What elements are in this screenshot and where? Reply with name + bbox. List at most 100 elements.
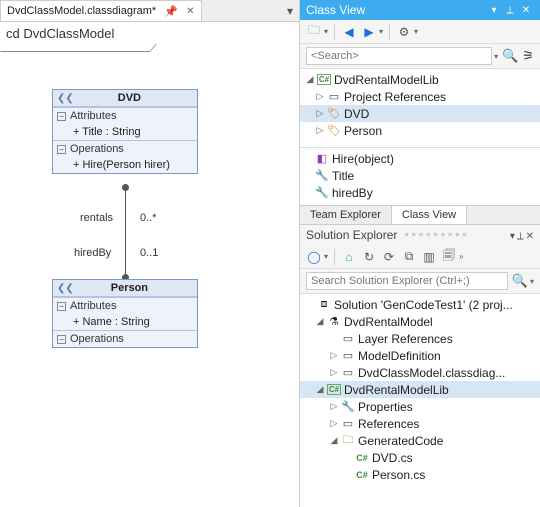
home-icon[interactable]: ⌂ (341, 249, 357, 265)
diagram-surface[interactable]: cd DvdClassModel ❮❮ DVD −Attributes + Ti… (0, 22, 299, 507)
back-icon[interactable]: ◯ (306, 249, 322, 265)
settings-gear-icon[interactable]: ⚙ (396, 24, 412, 40)
document-tab-bar: DvdClassModel.classdiagram* 📌 ✕ ▾ (0, 0, 299, 22)
close-icon[interactable]: ✕ (526, 231, 534, 242)
tree-node-label[interactable]: References (358, 417, 419, 431)
uml-class-dvd[interactable]: ❮❮ DVD −Attributes + Title : String −Ope… (52, 89, 198, 174)
expander-icon[interactable]: ▷ (328, 350, 340, 361)
window-menu-icon[interactable]: ▾ (486, 5, 502, 16)
references-icon: ▭ (326, 90, 342, 104)
pin-icon[interactable]: ⟂ (517, 231, 524, 242)
uml-class-person[interactable]: ❮❮ Person −Attributes + Name : String −O… (52, 279, 198, 348)
tree-node-label[interactable]: Layer References (358, 332, 453, 346)
tab-class-view[interactable]: Class View (391, 206, 467, 224)
solution-explorer-tree[interactable]: ⧈Solution 'GenCodeTest1' (2 proj... ◢⚗Dv… (300, 294, 540, 507)
close-icon[interactable]: ✕ (518, 5, 534, 16)
tree-node-label[interactable]: Person.cs (372, 468, 425, 482)
collapse-all-icon[interactable]: ⧉ (401, 249, 417, 265)
expander-icon[interactable]: ◢ (314, 384, 326, 395)
class-view-tree[interactable]: ◢C#DvdRentalModelLib ▷▭Project Reference… (300, 69, 540, 147)
minus-icon[interactable]: − (57, 335, 66, 344)
association-role-label[interactable]: rentals (80, 212, 113, 224)
overflow-icon[interactable]: ∘∘∘∘∘∘∘∘∘ (403, 230, 468, 241)
tree-node-label[interactable]: DvdRentalModel (344, 315, 433, 329)
overflow-icon[interactable]: » (459, 252, 463, 261)
expander-icon[interactable]: ◢ (314, 316, 326, 327)
window-menu-icon[interactable]: ▾ (510, 231, 515, 242)
uml-operation[interactable]: + Hire(Person hirer) (53, 157, 197, 173)
tree-node-label[interactable]: Project References (344, 90, 446, 104)
minus-icon[interactable]: − (57, 302, 66, 311)
class-view-search: ▾ 🔍 ⚞ (300, 44, 540, 69)
new-folder-icon[interactable]: 🗀 (306, 24, 322, 40)
properties-icon[interactable]: 🗐 (441, 249, 457, 265)
uml-attributes-header[interactable]: −Attributes (53, 108, 197, 124)
search-input[interactable] (306, 47, 492, 65)
class-view-titlebar[interactable]: Class View ▾ ⟂ ✕ (300, 0, 540, 20)
forward-icon[interactable]: ▶ (361, 24, 377, 40)
tree-node-label[interactable]: DVD.cs (372, 451, 413, 465)
csharp-project-icon: C# (327, 384, 341, 395)
search-icon[interactable]: 🔍 (502, 48, 518, 64)
uml-class-header[interactable]: ❮❮ Person (53, 280, 197, 297)
tree-node-label[interactable]: DvdRentalModelLib (334, 73, 439, 87)
document-tab-active[interactable]: DvdClassModel.classdiagram* 📌 ✕ (0, 0, 202, 21)
expander-icon[interactable]: ▷ (314, 91, 326, 102)
collapse-icon[interactable]: ❮❮ (57, 93, 74, 104)
member-label[interactable]: hiredBy (332, 186, 373, 200)
uml-attributes-header[interactable]: −Attributes (53, 298, 197, 314)
expander-icon[interactable]: ◢ (328, 435, 340, 446)
tab-pin-icon[interactable]: 📌 (162, 5, 180, 18)
panel-title-label: Class View (306, 3, 365, 17)
search-dropdown-icon[interactable]: ▾ (494, 52, 498, 61)
member-label[interactable]: Hire(object) (332, 152, 394, 166)
association-multiplicity-label[interactable]: 0..* (140, 212, 157, 224)
expander-icon[interactable]: ▷ (328, 401, 340, 412)
tab-menu-dropdown-icon[interactable]: ▾ (281, 0, 299, 21)
uml-attribute[interactable]: + Name : String (53, 314, 197, 330)
sync-icon[interactable]: ↻ (361, 249, 377, 265)
tree-node-label[interactable]: GeneratedCode (358, 434, 443, 448)
class-view-members[interactable]: ◧Hire(object) 🔧Title 🔧hiredBy (300, 147, 540, 205)
expander-icon[interactable]: ▷ (328, 418, 340, 429)
minus-icon[interactable]: − (57, 112, 66, 121)
tree-node-label[interactable]: Solution 'GenCodeTest1' (2 proj... (334, 298, 513, 312)
diagram-title-notch (0, 44, 157, 52)
association-multiplicity-label[interactable]: 0..1 (140, 247, 158, 259)
member-label[interactable]: Title (332, 169, 354, 183)
close-icon[interactable]: ✕ (186, 6, 194, 17)
uml-attribute[interactable]: + Title : String (53, 124, 197, 140)
properties-icon: 🔧 (340, 400, 356, 414)
tree-node-label[interactable]: DVD (344, 107, 369, 121)
expander-icon[interactable]: ▷ (314, 125, 326, 136)
uml-operations-header[interactable]: −Operations (53, 141, 197, 157)
solution-explorer-header: Solution Explorer ∘∘∘∘∘∘∘∘∘ ▾⟂✕ (300, 225, 540, 245)
refresh-icon[interactable]: ⟳ (381, 249, 397, 265)
uml-operations-header[interactable]: −Operations (53, 331, 197, 347)
pin-icon[interactable]: ⟂ (502, 5, 518, 16)
expander-icon[interactable]: ▷ (314, 108, 326, 119)
search-input[interactable] (306, 272, 508, 290)
tree-node-label[interactable]: DvdClassModel.classdiag... (358, 366, 505, 380)
tree-node-label[interactable]: ModelDefinition (358, 349, 441, 363)
uml-class-header[interactable]: ❮❮ DVD (53, 90, 197, 107)
solution-icon: ⧈ (316, 298, 332, 312)
search-options-icon[interactable]: ⚞ (522, 48, 534, 64)
uml-class-name: Person (94, 282, 165, 294)
minus-icon[interactable]: − (57, 145, 66, 154)
tree-node-label[interactable]: Person (344, 124, 382, 138)
tree-node-label[interactable]: DvdRentalModelLib (344, 383, 449, 397)
uml-class-name: DVD (94, 92, 165, 104)
expander-icon[interactable]: ◢ (304, 74, 316, 85)
back-icon[interactable]: ◀ (341, 24, 357, 40)
solution-explorer-search: 🔍▾ (300, 269, 540, 294)
search-icon[interactable]: 🔍 (512, 273, 528, 289)
tree-node-label[interactable]: Properties (358, 400, 413, 414)
collapse-icon[interactable]: ❮❮ (57, 283, 74, 294)
expander-icon[interactable]: ▷ (328, 367, 340, 378)
tab-team-explorer[interactable]: Team Explorer (300, 206, 391, 224)
association-line[interactable] (125, 187, 126, 279)
csharp-file-icon: C# (354, 451, 370, 465)
association-role-label[interactable]: hiredBy (74, 247, 111, 259)
show-all-icon[interactable]: ▥ (421, 249, 437, 265)
